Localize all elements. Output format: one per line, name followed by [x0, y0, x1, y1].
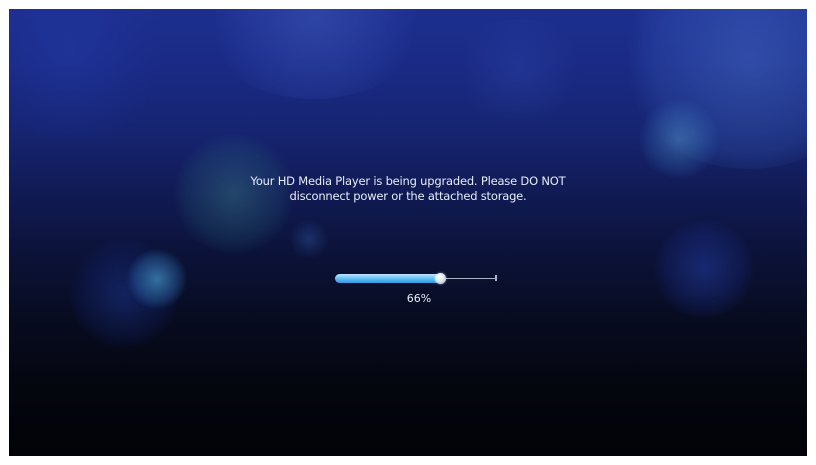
message-line-2: disconnect power or the attached storage… [289, 189, 527, 203]
background-bokeh [449, 19, 589, 119]
background-bokeh [127, 249, 187, 309]
progress-knob [435, 273, 446, 284]
background-bokeh [69, 239, 179, 349]
progress-fill [335, 274, 441, 283]
progress-percent-label: 66% [406, 292, 432, 305]
background-bokeh [619, 9, 807, 169]
background-bokeh [199, 9, 429, 99]
progress-track-end [495, 275, 497, 281]
background-bokeh [654, 219, 754, 319]
upgrade-warning-message: Your HD Media Player is being upgraded. … [9, 174, 807, 204]
background-bokeh [639, 99, 719, 179]
upgrade-screen: Your HD Media Player is being upgraded. … [9, 9, 807, 456]
upgrade-progress-bar [335, 273, 497, 285]
background-bokeh [9, 9, 169, 139]
message-line-1: Your HD Media Player is being upgraded. … [250, 174, 566, 188]
background-bokeh [289, 219, 329, 259]
